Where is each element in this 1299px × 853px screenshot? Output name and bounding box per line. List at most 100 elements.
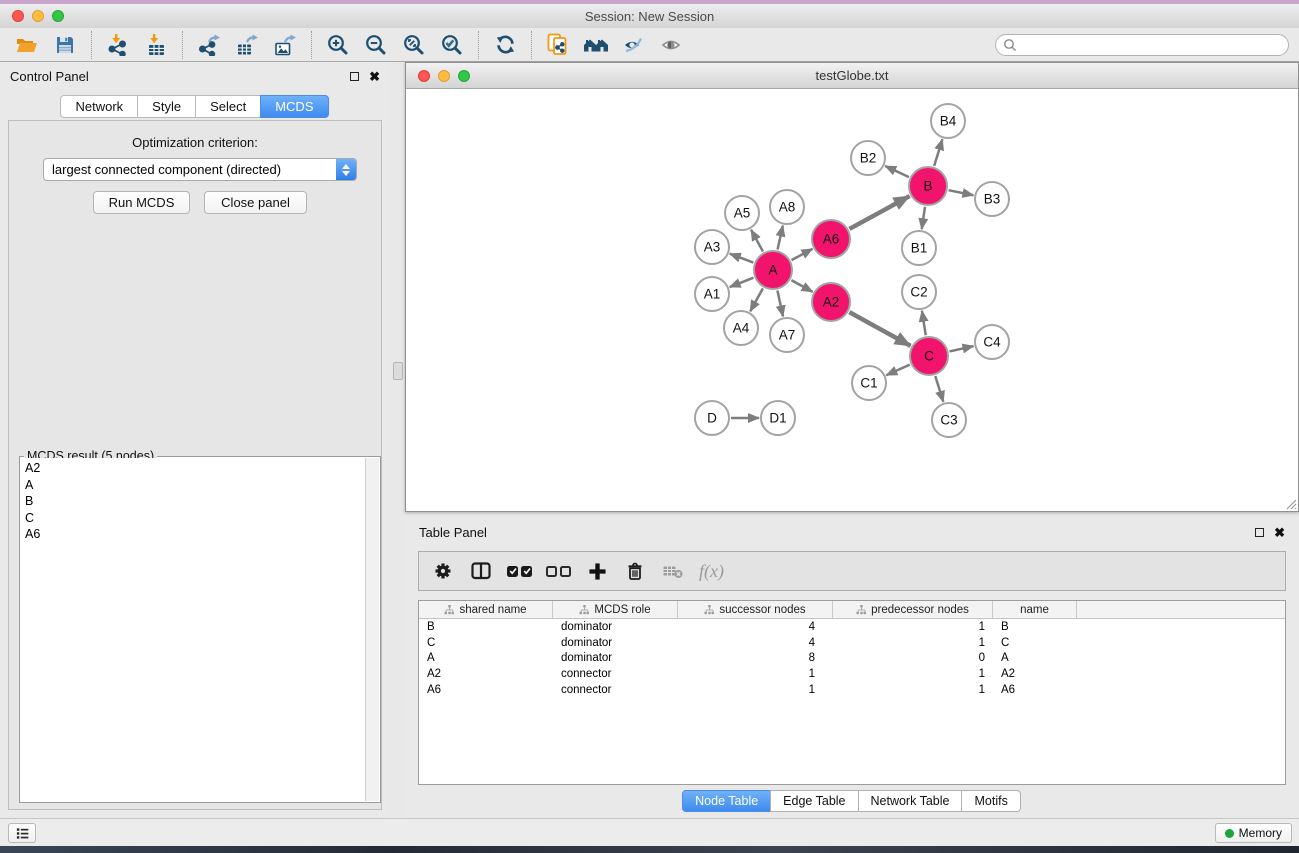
import-network-button[interactable] xyxy=(99,30,137,60)
table-row[interactable]: A6connector11A6 xyxy=(419,682,1285,698)
deselect-all-columns-button[interactable] xyxy=(546,566,571,577)
close-table-panel-icon[interactable]: ✖ xyxy=(1274,528,1285,537)
zoom-out-button[interactable] xyxy=(357,30,395,60)
panel-splitter-handle[interactable] xyxy=(393,362,403,380)
eye-slash-icon xyxy=(622,35,646,55)
tab-style[interactable]: Style xyxy=(137,95,196,118)
table-settings-button[interactable] xyxy=(431,559,455,583)
mcds-result-item[interactable]: A6 xyxy=(21,526,365,543)
network-window-titlebar[interactable]: testGlobe.txt xyxy=(406,63,1298,89)
table-cell: 1 xyxy=(833,684,993,696)
window-resize-grip[interactable] xyxy=(1283,496,1297,510)
graph-edge-B-B1[interactable] xyxy=(922,207,925,229)
graph-edge-A-A6[interactable] xyxy=(792,249,813,260)
column-header-shared-name[interactable]: shared name xyxy=(419,601,553,618)
optimization-dropdown[interactable]: largest connected component (directed) xyxy=(43,158,357,181)
function-builder-button-disabled[interactable]: f(x) xyxy=(699,561,724,582)
show-columns-button[interactable] xyxy=(469,559,493,583)
refresh-button[interactable] xyxy=(486,30,524,60)
mcds-list-scrollbar[interactable] xyxy=(365,458,379,801)
table-cell: C xyxy=(993,637,1077,649)
graph-edge-A-A3[interactable] xyxy=(730,254,754,263)
graph-node-label: A6 xyxy=(823,232,840,247)
first-neighbors-button[interactable] xyxy=(577,30,615,60)
show-all-button[interactable] xyxy=(653,30,691,60)
unchecked-box-icon xyxy=(560,566,571,577)
graph-edge-A-A8[interactable] xyxy=(778,226,783,250)
graph-edge-A6-B[interactable] xyxy=(849,196,909,229)
tab-motifs[interactable]: Motifs xyxy=(961,790,1020,812)
hide-selected-button[interactable] xyxy=(615,30,653,60)
table-row[interactable]: Cdominator41C xyxy=(419,635,1285,651)
graph-edge-A2-C[interactable] xyxy=(849,312,910,346)
tab-network[interactable]: Network xyxy=(60,95,138,118)
graph-edge-C-C1[interactable] xyxy=(886,365,910,376)
column-header-name[interactable]: name xyxy=(993,601,1077,618)
network-canvas[interactable]: B4B2BB3A8A5A6A3B1AC2A1A2A4A7C4CC1DD1C3 xyxy=(406,89,1298,511)
table-cell: A6 xyxy=(993,684,1077,696)
float-table-panel-icon[interactable] xyxy=(1255,528,1264,537)
app-titlebar: Session: New Session xyxy=(0,4,1299,28)
save-session-button[interactable] xyxy=(46,30,84,60)
clone-network-icon xyxy=(547,33,569,57)
graph-edge-A-A7[interactable] xyxy=(777,291,783,317)
zoom-selected-button[interactable] xyxy=(433,30,471,60)
tab-select[interactable]: Select xyxy=(195,95,261,118)
table-cell: C xyxy=(419,637,553,649)
table-row[interactable]: Bdominator41B xyxy=(419,619,1285,635)
graph-edge-B-B4[interactable] xyxy=(934,139,942,166)
delete-column-button[interactable] xyxy=(623,559,647,583)
memory-button[interactable]: Memory xyxy=(1215,823,1292,843)
mcds-result-item[interactable]: A xyxy=(21,477,365,494)
graph-edge-A-A4[interactable] xyxy=(750,288,763,311)
tab-mcds[interactable]: MCDS xyxy=(260,95,328,118)
table-row[interactable]: A2connector11A2 xyxy=(419,666,1285,682)
import-table-button[interactable] xyxy=(137,30,175,60)
graph-edge-C-C3[interactable] xyxy=(935,376,943,402)
graph-node-label: A1 xyxy=(704,287,721,302)
create-column-button[interactable] xyxy=(585,559,609,583)
node-attribute-table: shared nameMCDS rolesuccessor nodesprede… xyxy=(418,600,1286,785)
task-history-button[interactable] xyxy=(8,823,36,843)
search-box[interactable] xyxy=(995,34,1289,56)
float-panel-icon[interactable] xyxy=(350,72,359,81)
column-header-predecessor-nodes[interactable]: predecessor nodes xyxy=(833,601,993,618)
export-network-button[interactable] xyxy=(190,30,228,60)
search-input[interactable] xyxy=(1017,36,1288,54)
mcds-result-item[interactable]: C xyxy=(21,510,365,527)
graph-edge-A-A1[interactable] xyxy=(730,278,754,287)
tab-edge-table[interactable]: Edge Table xyxy=(770,790,858,812)
zoom-in-icon xyxy=(327,34,349,56)
table-header-row: shared nameMCDS rolesuccessor nodesprede… xyxy=(419,601,1285,619)
new-network-from-selection-button[interactable] xyxy=(539,30,577,60)
graph-edge-B-B3[interactable] xyxy=(949,190,974,195)
graph-edge-B-B2[interactable] xyxy=(885,166,909,177)
tab-network-table[interactable]: Network Table xyxy=(858,790,963,812)
export-image-button[interactable] xyxy=(266,30,304,60)
close-panel-button[interactable]: Close panel xyxy=(204,191,307,214)
export-table-button[interactable] xyxy=(228,30,266,60)
run-mcds-button[interactable]: Run MCDS xyxy=(93,191,190,214)
delete-table-button-disabled[interactable] xyxy=(661,559,685,583)
export-image-icon xyxy=(274,34,296,56)
table-body: Bdominator41BCdominator41CAdominator80AA… xyxy=(419,619,1285,698)
zoom-in-button[interactable] xyxy=(319,30,357,60)
graph-edge-C-C2[interactable] xyxy=(922,311,926,335)
graph-edge-A-A2[interactable] xyxy=(791,280,812,292)
tab-node-table[interactable]: Node Table xyxy=(682,790,771,812)
table-row[interactable]: Adominator80A xyxy=(419,651,1285,667)
graph-node-label: B xyxy=(923,179,932,194)
column-header-MCDS-role[interactable]: MCDS role xyxy=(553,601,678,618)
graph-edge-C-C4[interactable] xyxy=(949,346,973,351)
zoom-fit-button[interactable] xyxy=(395,30,433,60)
mcds-result-list[interactable]: A2ABCA6 xyxy=(21,458,365,801)
graph-edge-A-A5[interactable] xyxy=(751,230,763,252)
select-all-columns-button[interactable] xyxy=(507,566,532,577)
close-panel-icon[interactable]: ✖ xyxy=(369,72,380,81)
table-cell: 4 xyxy=(678,637,833,649)
mcds-result-item[interactable]: B xyxy=(21,493,365,510)
column-header-successor-nodes[interactable]: successor nodes xyxy=(678,601,833,618)
mcds-result-item[interactable]: A2 xyxy=(21,460,365,477)
open-session-button[interactable] xyxy=(8,30,46,60)
refresh-icon xyxy=(495,34,516,55)
